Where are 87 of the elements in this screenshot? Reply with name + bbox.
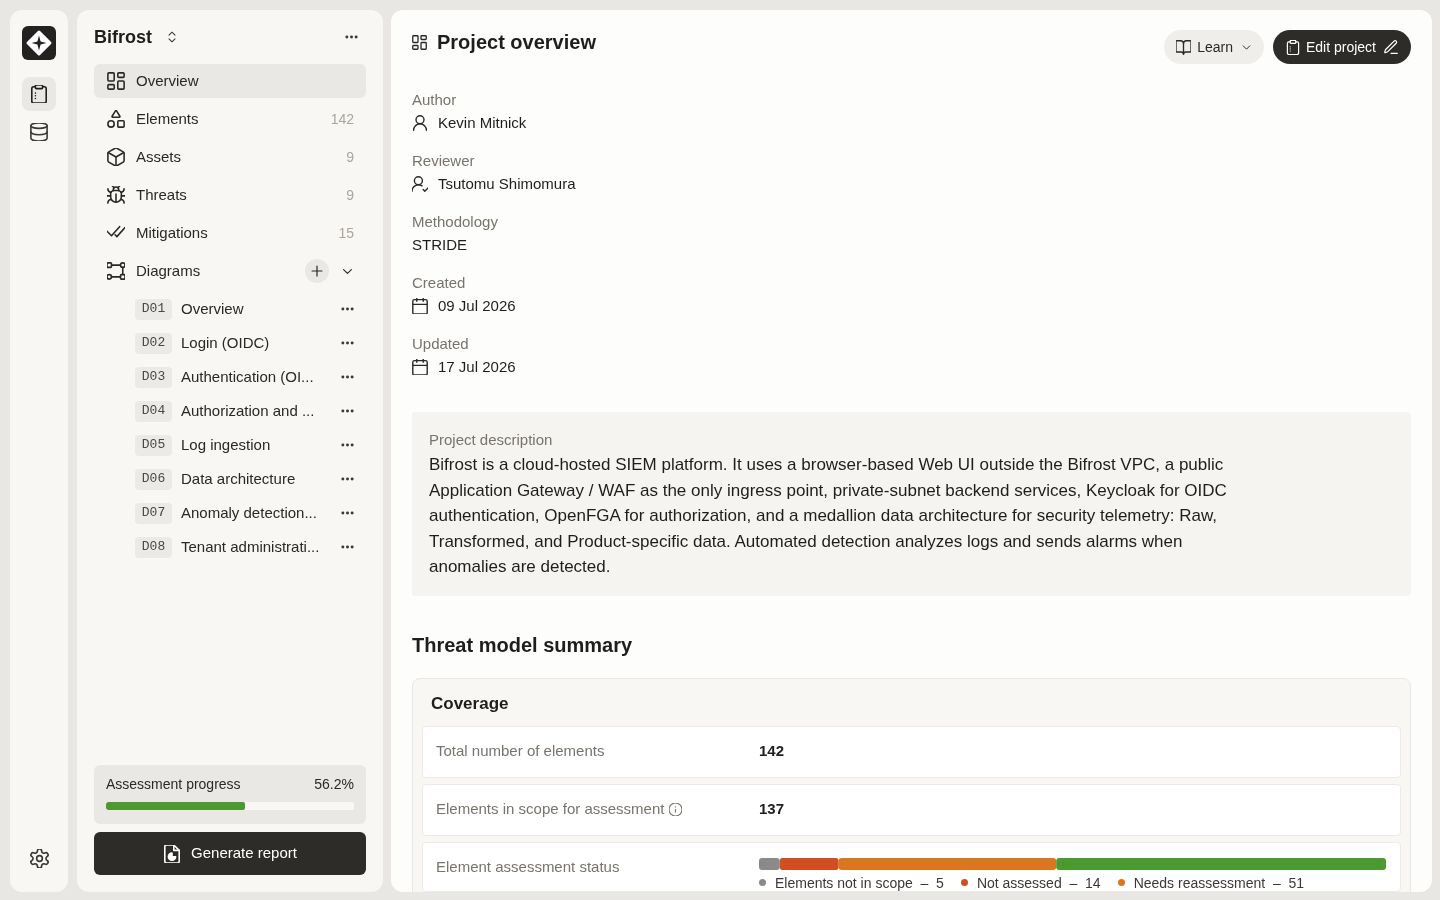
nav-item[interactable]: Overview — [94, 64, 366, 98]
logo-icon[interactable] — [22, 26, 56, 60]
dropdown-button[interactable]: Learn — [1164, 30, 1264, 64]
diagram-item[interactable]: D01 Overview — [94, 294, 366, 324]
nav-item[interactable]: Threats 9 — [94, 178, 366, 212]
more-icon[interactable] — [341, 307, 354, 311]
more-icon[interactable] — [341, 545, 354, 549]
user-icon — [412, 115, 428, 131]
diagram-item[interactable]: D05 Log ingestion — [94, 430, 366, 460]
diagram-code: D08 — [135, 536, 172, 558]
diagram-code: D07 — [135, 502, 172, 524]
info-icon[interactable] — [669, 803, 683, 816]
bug-icon — [107, 186, 125, 204]
clipboard-icon — [1285, 39, 1300, 55]
grid-icon — [107, 72, 125, 90]
diagram-item[interactable]: D04 Authorization and ... — [94, 396, 366, 426]
more-icon[interactable] — [341, 375, 354, 379]
field-label: Reviewer — [412, 151, 475, 171]
diagram-item[interactable]: D08 Tenant administrati... — [94, 532, 366, 562]
diagram-item[interactable]: D02 Login (OIDC) — [94, 328, 366, 358]
pencil-icon — [1384, 40, 1398, 54]
card-title: Coverage — [431, 692, 509, 715]
chevron-up-down-icon — [166, 30, 178, 44]
diagram-code: D04 — [135, 400, 172, 422]
nav-item[interactable]: Elements 142 — [94, 102, 366, 136]
rail-nav-button[interactable] — [22, 77, 56, 111]
add-button[interactable] — [305, 259, 329, 283]
diagram-code: D05 — [135, 434, 172, 456]
more-icon[interactable] — [341, 409, 354, 413]
page-title: Project overview — [437, 30, 596, 55]
generate-report-button[interactable]: Generate report — [94, 832, 366, 875]
more-icon[interactable] — [345, 35, 358, 39]
nav-item[interactable]: Mitigations 15 — [94, 216, 366, 250]
field-label: Updated — [412, 334, 469, 354]
field-label: Created — [412, 273, 466, 293]
diagram-code: D06 — [135, 468, 172, 490]
calendar-icon — [412, 298, 428, 314]
field-value: Tsutomu Shimomura — [438, 173, 576, 194]
field-label: Methodology — [412, 212, 498, 232]
nav-item[interactable]: Diagrams — [94, 254, 305, 288]
diagram-item[interactable]: D06 Data architecture — [94, 464, 366, 494]
more-icon[interactable] — [341, 477, 354, 481]
project-switcher[interactable]: Bifrost — [94, 23, 178, 51]
more-icon[interactable] — [341, 511, 354, 515]
more-icon[interactable] — [341, 341, 354, 345]
field-value: 09 Jul 2026 — [438, 295, 516, 316]
item-count: 142 — [330, 109, 354, 129]
legend-label: Elements not in scope – 5 — [775, 874, 944, 891]
field-label: Author — [412, 90, 457, 110]
item-count: 15 — [338, 223, 354, 243]
item-count: 9 — [346, 185, 354, 205]
database-icon — [30, 123, 48, 141]
row-value: 137 — [759, 799, 785, 820]
row-label: Elements in scope for assessment — [436, 799, 665, 820]
grid-icon — [412, 34, 427, 50]
settings-icon[interactable] — [29, 849, 49, 868]
item-count: 9 — [346, 147, 354, 167]
diagram-code: D03 — [135, 366, 172, 388]
plus-icon — [310, 264, 324, 278]
progress-label: Assessment progress — [106, 775, 241, 794]
shapes-icon — [107, 110, 125, 128]
progress-reading: 56.2% — [314, 775, 354, 794]
field-value: STRIDE — [412, 234, 467, 255]
row-label: Element assessment status — [436, 856, 620, 877]
section-label: Project description — [429, 430, 553, 450]
clipboard-icon — [30, 85, 48, 103]
book-icon — [1176, 39, 1192, 55]
legend-label: Not assessed – 14 — [976, 874, 1101, 891]
file-chart-icon — [163, 844, 182, 863]
diagram-item[interactable]: D03 Authentication (OI... — [94, 362, 366, 392]
diagram-icon — [107, 262, 125, 280]
nav-item[interactable]: Assets 9 — [94, 140, 366, 174]
box-icon — [107, 148, 125, 166]
user-check-icon — [412, 176, 428, 192]
calendar-icon — [412, 359, 428, 375]
row-label: Total number of elements — [436, 741, 605, 762]
description-text: Bifrost is a cloud-hosted SIEM platform. It uses a browser-based Web UI outside the Bifrost VPC, a public Application Gateway / WAF as the only ingress point, private-subnet backend services, Keycloak for OIDC authentication, OpenFGA for authorization, and a medallion data architecture for security telemetry: Raw, Transformed, and Product-specific data. Automated detection analyzes logs and sends alarms when anomalies are detected. — [429, 454, 1228, 578]
edit-button[interactable]: Edit project — [1272, 30, 1411, 64]
field-value: Kevin Mitnick — [438, 112, 527, 133]
diagram-code: D01 — [135, 298, 172, 320]
more-icon[interactable] — [341, 443, 354, 447]
legend-label: Needs reassessment – 51 — [1133, 874, 1305, 891]
diagram-code: D02 — [135, 332, 172, 354]
diagram-item[interactable]: D07 Anomaly detection... — [94, 498, 366, 528]
row-value: 142 — [759, 741, 785, 762]
field-value: 17 Jul 2026 — [438, 356, 516, 377]
section-heading: Threat model summary — [412, 632, 633, 658]
